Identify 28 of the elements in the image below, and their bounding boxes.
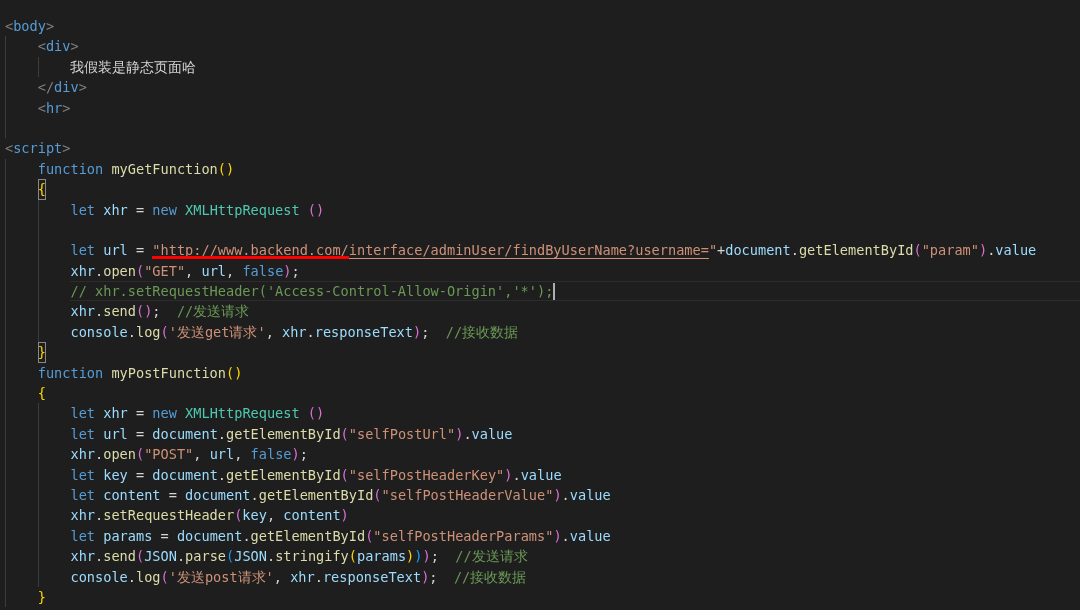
code-line: // xhr.setRequestHeader('Access-Control-Allow-Origin','*'); [70,282,554,302]
code-line: 我假装是静态页面哈 [70,57,197,77]
code-line: let content = document.getElementById("selfPostHeaderValue").value [70,486,611,505]
code-line: { [37,384,46,404]
code-line: </div> [37,78,87,98]
code-line: <body> [5,17,55,36]
code-line: function myPostFunction() [37,363,243,383]
code-line: { [37,179,46,200]
code-line: <script> [5,139,71,159]
code-line: console.log('发送get请求', xhr.responseText); //接收数据 [70,322,519,342]
text-cursor [553,282,556,300]
code-line: let url = "http://www.backend.com/interface/adminUser/findByUserName?username="+document.getElementById("param").value [70,241,1037,261]
code-line: xhr.open("GET", url, false); [70,261,300,281]
code-line: <hr> [37,98,71,118]
code-line: let xhr = new XMLHttpRequest () [70,200,325,220]
code-line: let url = document.getElementById("selfPostUrl").value [70,424,513,444]
code-line: let key = document.getElementById("selfPostHeaderKey").value [70,465,562,485]
code-line: xhr.send(); //发送请求 [70,302,250,322]
code-line: } [37,342,46,363]
code-line: let params = document.getElementById("selfPostHeaderParams").value [70,526,611,546]
code-line: } [37,587,46,607]
code-line: console.log('发送post请求', xhr.responseText); //接收数据 [70,567,527,587]
code-line: let xhr = new XMLHttpRequest () [70,404,325,424]
code-line: xhr.open("POST", url, false); [70,445,308,465]
code-line: xhr.setRequestHeader(key, content) [70,506,349,526]
code-line: <div> [37,37,79,57]
code-line: function myGetFunction() [37,159,235,179]
code-line: xhr.send(JSON.parse(JSON.stringify(params))); //发送请求 [70,547,528,567]
